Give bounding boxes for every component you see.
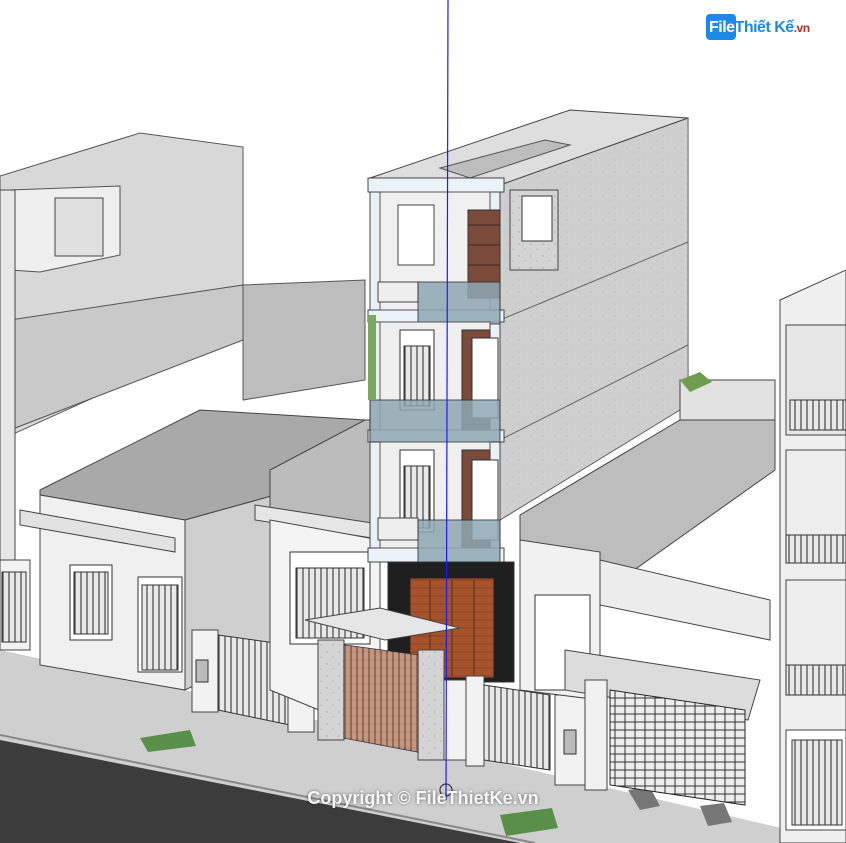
logo-brand-box: File — [709, 19, 735, 36]
right-tall-building — [779, 269, 846, 843]
logo-brand-rest: Thiết Kế — [734, 19, 795, 36]
hedge-left — [368, 315, 376, 400]
logo-text: FileThiết Kế.vn — [709, 19, 810, 37]
copyright-watermark: Copyright © FileThietKe.vn — [307, 788, 539, 808]
brand-logo: FileThiết Kế.vn — [706, 8, 824, 44]
logo-brand-tld: .vn — [793, 21, 810, 35]
sketchup-3d-street-scene — [0, 0, 846, 843]
